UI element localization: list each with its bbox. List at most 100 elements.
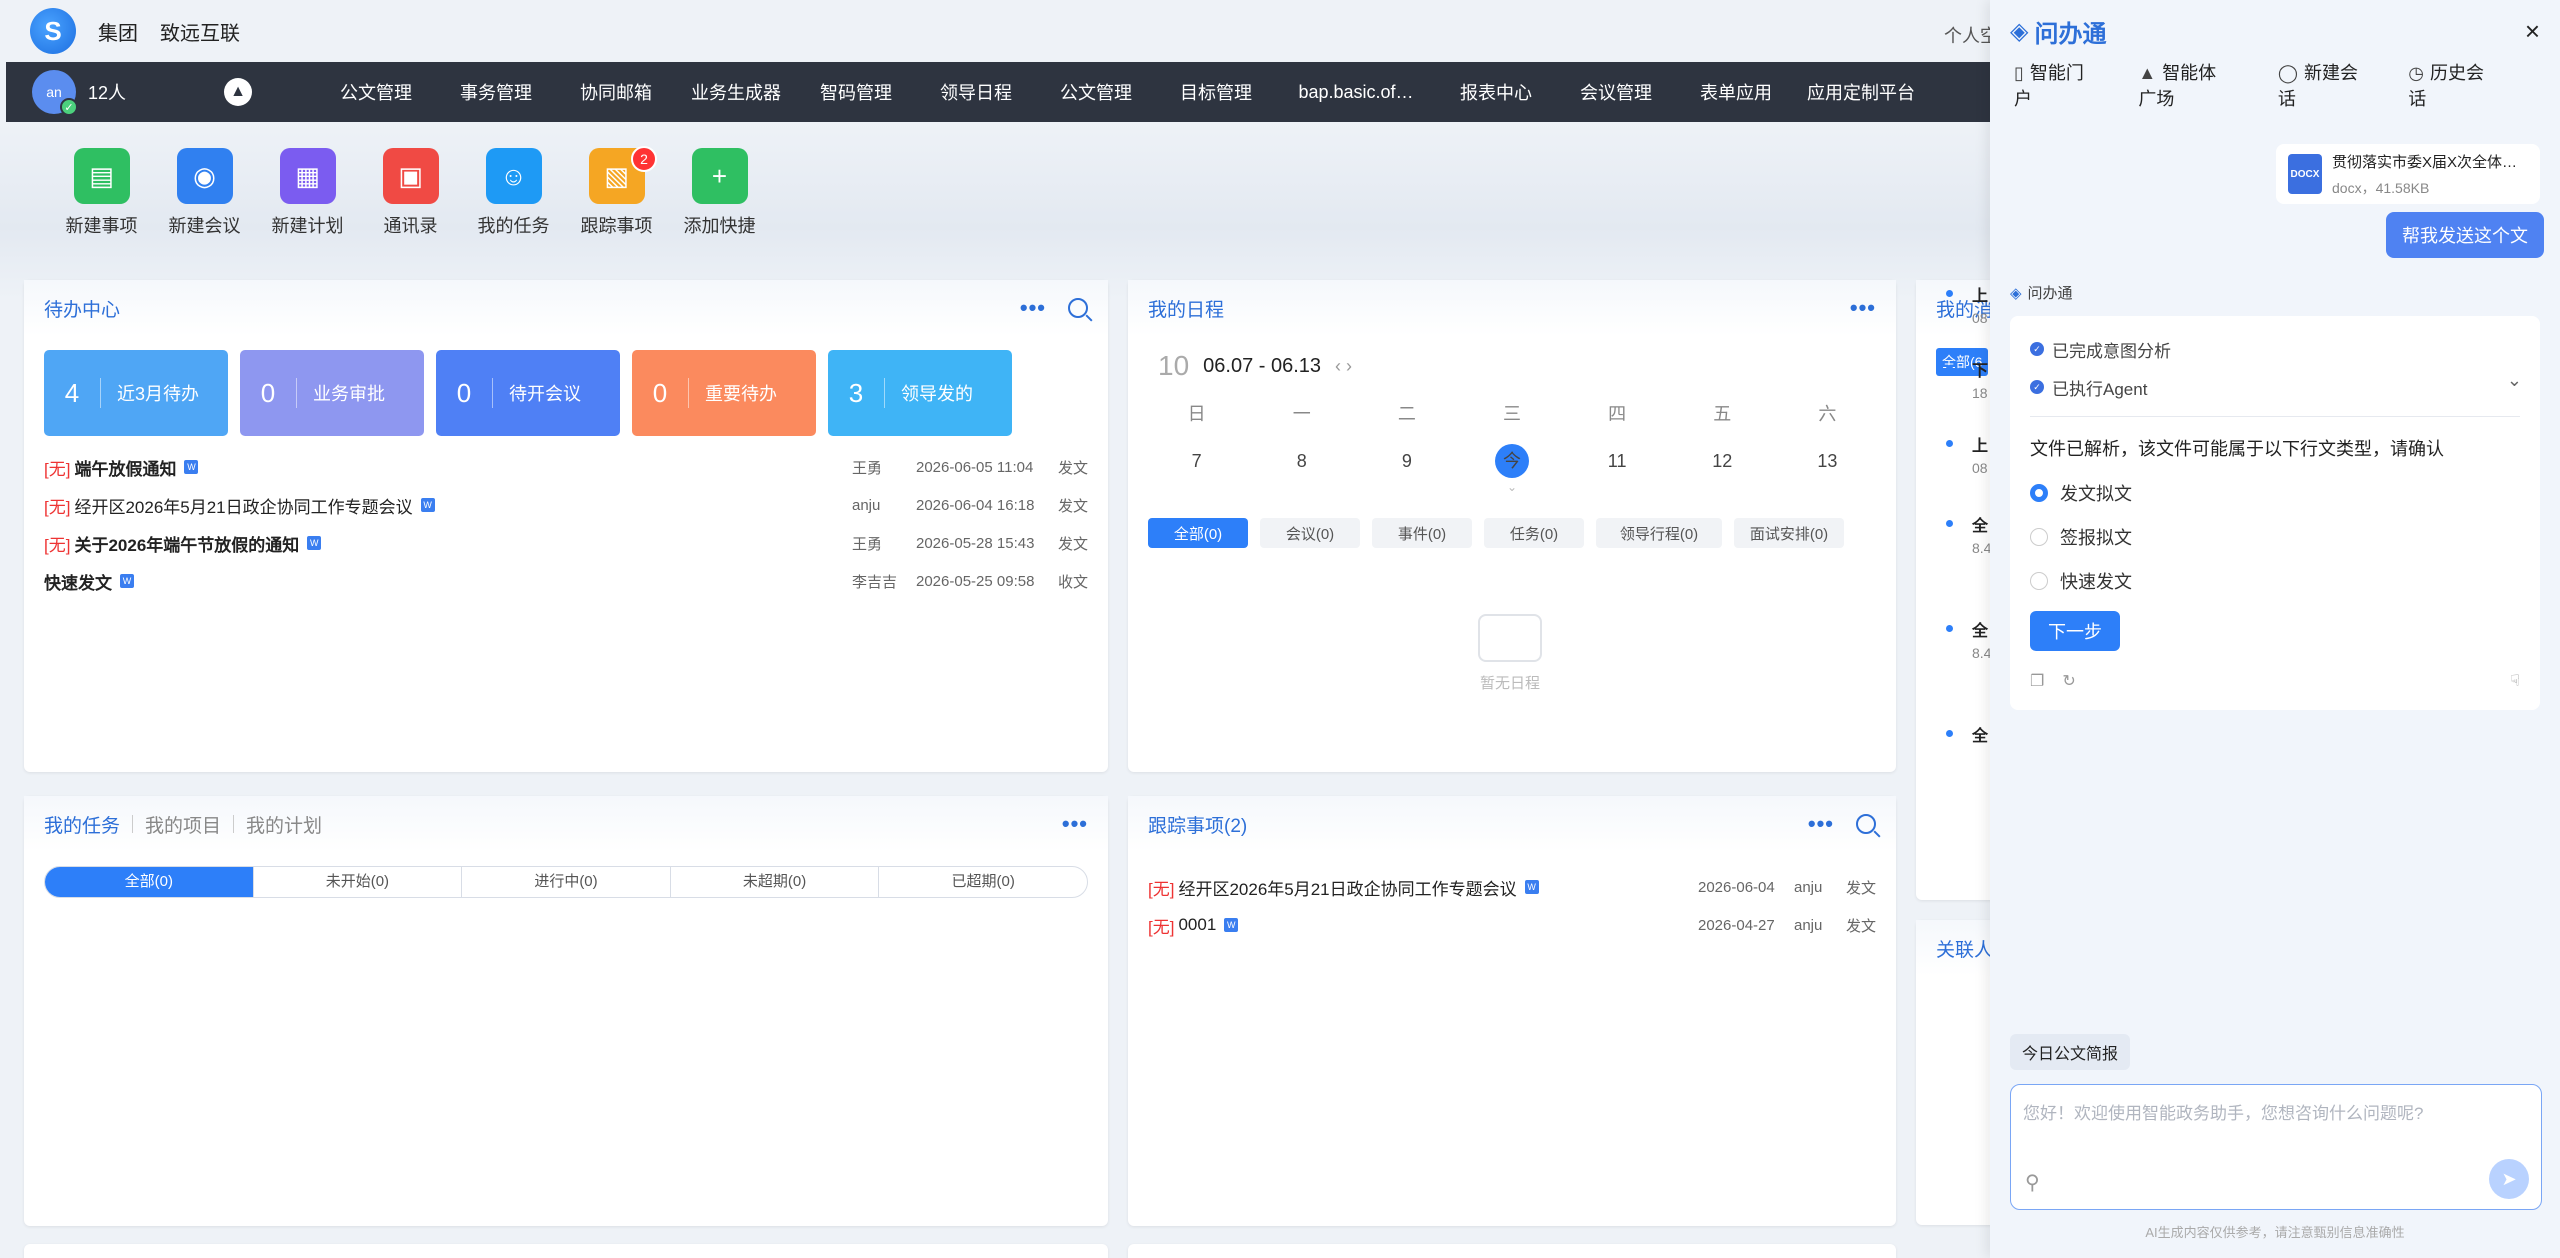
row-title[interactable]: 0001: [1178, 915, 1216, 935]
calendar-day[interactable]: 8: [1249, 444, 1354, 478]
quick-plus[interactable]: + 添加快捷: [668, 148, 771, 238]
assistant-tab[interactable]: ◯ 新建会话: [2278, 59, 2362, 111]
avatar[interactable]: an ✓: [32, 70, 78, 116]
row-title[interactable]: 经开区2026年5月21日政企协同工作专题会议: [74, 493, 412, 518]
calendar-day[interactable]: 11: [1565, 444, 1670, 478]
week-nav-icons[interactable]: ‹ ›: [1335, 356, 1352, 377]
radio-icon[interactable]: [2030, 484, 2048, 502]
more-icon[interactable]: •••: [1808, 811, 1834, 837]
expand-chevron-icon[interactable]: ⌄: [1128, 480, 1896, 494]
message-item[interactable]: 下: [1972, 357, 1988, 381]
table-row[interactable]: [无] 端午放假通知 W 王勇 2026-06-05 11:04 发文: [44, 448, 1088, 486]
message-item[interactable]: 全: [1972, 722, 1988, 746]
nav-item[interactable]: 事务管理: [436, 79, 556, 105]
todo-card[interactable]: 4 近3月待办: [44, 350, 228, 436]
attached-file-card[interactable]: DOCX 贯彻落实市委X届X次全体… docx，41.58KB: [2276, 144, 2540, 204]
message-item[interactable]: 全: [1972, 512, 1988, 536]
quick-plan[interactable]: ▦ 新建计划: [256, 148, 359, 238]
nav-item[interactable]: 公文管理: [1036, 79, 1156, 105]
todo-card[interactable]: 3 领导发的: [828, 350, 1012, 436]
radio-option[interactable]: 快速发文: [2030, 559, 2520, 603]
quick-task[interactable]: ☺ 我的任务: [462, 148, 565, 238]
next-step-button[interactable]: 下一步: [2030, 611, 2120, 651]
more-icon[interactable]: •••: [1020, 295, 1046, 321]
radio-option[interactable]: 发文拟文: [2030, 471, 2520, 515]
table-row[interactable]: [无] 经开区2026年5月21日政企协同工作专题会议 Wanju 2026-06-0…: [44, 486, 1088, 524]
assistant-tab[interactable]: ▲ 智能体广场: [2138, 59, 2232, 111]
task-filter-tab[interactable]: 未开始(0): [254, 867, 463, 897]
copy-icon[interactable]: ❐: [2030, 671, 2044, 691]
close-icon[interactable]: ×: [2525, 16, 2540, 47]
brand-logo-icon[interactable]: S: [30, 8, 76, 54]
table-row[interactable]: 快速发文 W 李吉吉 2026-05-25 09:58 收文: [44, 562, 1088, 600]
chat-input[interactable]: 您好！欢迎使用智能政务助手，您想咨询什么问题呢? ⚲ ➤: [2010, 1084, 2542, 1210]
send-icon[interactable]: ➤: [2489, 1159, 2529, 1199]
calendar-day[interactable]: 12: [1670, 444, 1775, 478]
assistant-tab[interactable]: ▯ 智能门户: [2014, 59, 2092, 111]
calendar-day[interactable]: 9: [1354, 444, 1459, 478]
schedule-filter-tab[interactable]: 会议(0): [1260, 518, 1360, 548]
task-filter-tab[interactable]: 进行中(0): [462, 867, 671, 897]
attach-icon[interactable]: ⚲: [2025, 1170, 2040, 1195]
nav-item[interactable]: bap.basic.of…: [1276, 82, 1436, 103]
table-row[interactable]: [无] 关于2026年端午节放假的通知 W 王勇 2026-05-28 15:43 发文: [44, 524, 1088, 562]
calendar-day[interactable]: 今: [1459, 444, 1564, 478]
more-icon[interactable]: •••: [1062, 811, 1088, 837]
todo-card[interactable]: 0 重要待办: [632, 350, 816, 436]
todo-card[interactable]: 0 待开会议: [436, 350, 620, 436]
task-filter-tab[interactable]: 未超期(0): [671, 867, 880, 897]
todo-card[interactable]: 0 业务审批: [240, 350, 424, 436]
quick-contacts[interactable]: ▣ 通讯录: [359, 148, 462, 238]
message-item[interactable]: 全: [1972, 617, 1988, 641]
message-item[interactable]: 上: [1972, 432, 1988, 456]
nav-item[interactable]: 协同邮箱: [556, 79, 676, 105]
radio-icon[interactable]: [2030, 572, 2048, 590]
quick-new-item[interactable]: ▤ 新建事项: [50, 148, 153, 238]
quick-meeting[interactable]: ◉ 新建会议: [153, 148, 256, 238]
row-title[interactable]: 端午放假通知: [74, 455, 176, 480]
nav-item[interactable]: 业务生成器: [676, 79, 796, 105]
search-icon[interactable]: [1856, 814, 1876, 834]
task-filter-tab[interactable]: 全部(0): [45, 867, 254, 897]
refresh-icon[interactable]: ↻: [2062, 671, 2075, 691]
task-tab[interactable]: 我的项目: [145, 811, 221, 838]
task-tab[interactable]: 我的任务: [44, 811, 120, 838]
table-row[interactable]: [无] 经开区2026年5月21日政企协同工作专题会议 W 2026-06-04 anj…: [1148, 868, 1876, 906]
radio-icon[interactable]: [2030, 528, 2048, 546]
nav-item[interactable]: 应用定制平台: [1796, 79, 1926, 105]
assistant-tab[interactable]: ◷ 历史会话: [2408, 59, 2490, 111]
schedule-filter-tab[interactable]: 面试安排(0): [1734, 518, 1844, 548]
message-item[interactable]: 上: [1972, 282, 1988, 306]
nav-item[interactable]: 智码管理: [796, 79, 916, 105]
nav-item[interactable]: 目标管理: [1156, 79, 1276, 105]
row-title[interactable]: 关于2026年端午节放假的通知: [74, 531, 299, 556]
task-filter-tab[interactable]: 已超期(0): [879, 867, 1087, 897]
today-marker[interactable]: 今: [1494, 444, 1529, 478]
row-title[interactable]: 经开区2026年5月21日政企协同工作专题会议: [1178, 875, 1516, 900]
radio-option[interactable]: 签报拟文: [2030, 515, 2520, 559]
quick-track[interactable]: ▧ 2 跟踪事项: [565, 146, 668, 238]
table-row[interactable]: [无] 0001 W 2026-04-27 anju 发文: [1148, 906, 1876, 944]
calendar-day[interactable]: 13: [1775, 444, 1880, 478]
nav-item[interactable]: 会议管理: [1556, 79, 1676, 105]
row-title[interactable]: 快速发文: [44, 569, 112, 594]
schedule-filter-tab[interactable]: 领导行程(0): [1596, 518, 1722, 548]
schedule-filter-tab[interactable]: 事件(0): [1372, 518, 1472, 548]
calendar-day[interactable]: 7: [1144, 444, 1249, 478]
thumbs-down-icon[interactable]: ☟: [2510, 671, 2520, 691]
nav-item[interactable]: 领导日程: [916, 79, 1036, 105]
search-icon[interactable]: [1068, 298, 1088, 318]
weekday-label: 二: [1397, 404, 1416, 424]
schedule-filter-tab[interactable]: 全部(0): [1148, 518, 1248, 548]
schedule-filter-tab[interactable]: 任务(0): [1484, 518, 1584, 548]
todo-card-label: 待开会议: [509, 384, 581, 404]
task-tab[interactable]: 我的计划: [246, 811, 322, 838]
navigate-icon[interactable]: ▲: [224, 78, 253, 106]
online-count[interactable]: 12人: [88, 79, 126, 105]
nav-item[interactable]: 公文管理: [316, 79, 436, 105]
daily-brief-chip[interactable]: 今日公文简报: [2010, 1034, 2131, 1070]
nav-item[interactable]: 表单应用: [1676, 79, 1796, 105]
collapse-chevron-icon[interactable]: ⌄: [2507, 370, 2522, 391]
nav-item[interactable]: 报表中心: [1436, 79, 1556, 105]
more-icon[interactable]: •••: [1850, 295, 1876, 321]
